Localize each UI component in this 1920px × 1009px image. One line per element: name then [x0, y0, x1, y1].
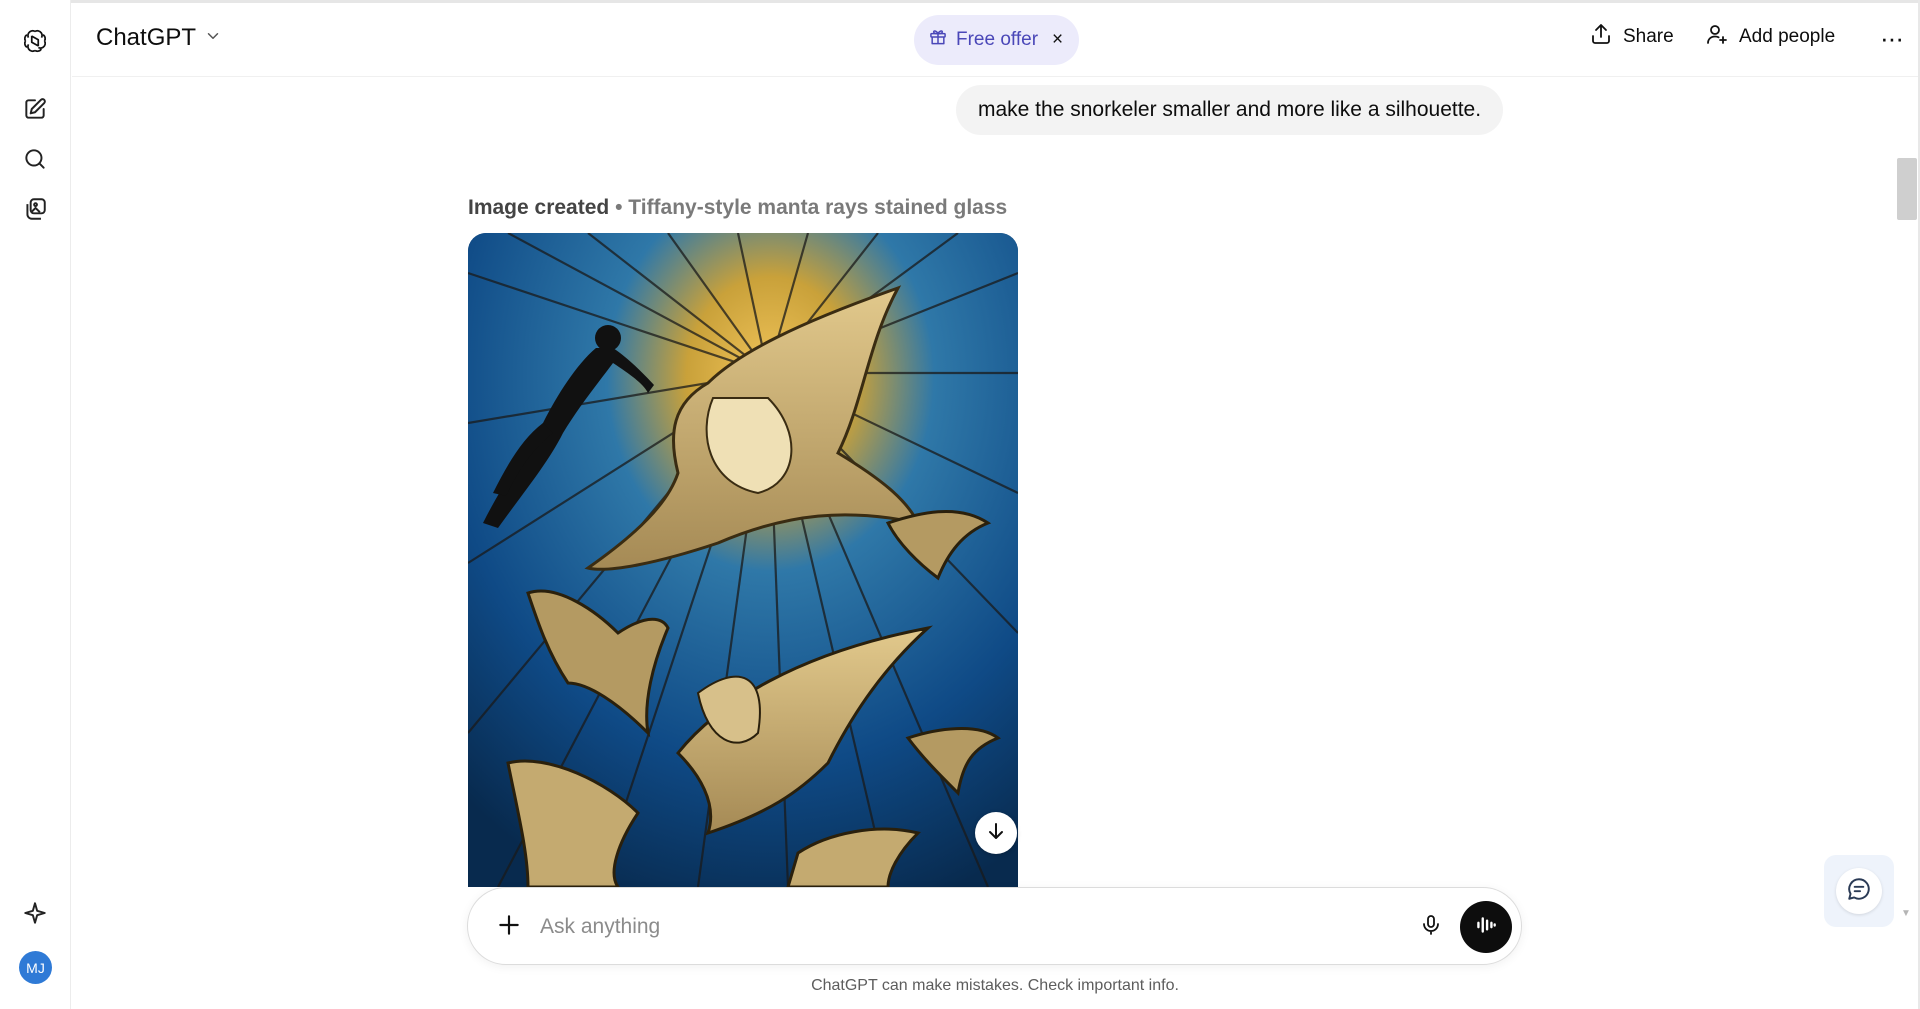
sidebar-rail: MJ	[0, 0, 71, 1009]
free-offer-pill[interactable]: Free offer ×	[914, 15, 1080, 65]
top-header: ChatGPT Free offer × Share Add people ··…	[72, 0, 1920, 77]
library-icon	[22, 196, 48, 227]
user-message-bubble: make the snorkeler smaller and more like…	[956, 85, 1504, 135]
search-button[interactable]	[14, 140, 56, 182]
chevron-down-icon	[204, 24, 222, 52]
voice-mode-button[interactable]	[1460, 901, 1512, 953]
feedback-button[interactable]	[1824, 855, 1894, 927]
plus-icon	[496, 912, 522, 943]
image-caption: Image created • Tiffany-style manta rays…	[468, 196, 1007, 220]
microphone-icon	[1419, 913, 1443, 942]
manta-rays-stained-glass-image	[468, 233, 1018, 887]
prompt-input[interactable]	[540, 908, 1360, 946]
image-caption-description: • Tiffany-style manta rays stained glass	[615, 196, 1008, 219]
arrow-down-icon	[984, 819, 1008, 848]
feedback-button-inner	[1836, 868, 1882, 914]
share-icon	[1589, 22, 1613, 52]
gift-icon	[928, 27, 948, 53]
disclaimer-text: ChatGPT can make mistakes. Check importa…	[811, 977, 1179, 994]
close-icon[interactable]: ×	[1052, 29, 1063, 51]
download-image-button[interactable]	[975, 812, 1017, 854]
dictate-button[interactable]	[1414, 910, 1448, 944]
generated-image[interactable]	[468, 233, 1018, 887]
add-person-icon	[1705, 22, 1729, 52]
add-people-button[interactable]: Add people	[1705, 22, 1835, 52]
new-chat-icon	[22, 96, 48, 127]
sparkle-icon	[22, 900, 48, 931]
scrollbar-track[interactable]	[1896, 150, 1918, 920]
openai-logo-icon[interactable]	[14, 20, 56, 62]
scrollbar-thumb[interactable]	[1897, 158, 1917, 220]
library-button[interactable]	[14, 190, 56, 232]
image-caption-title: Image created	[468, 196, 610, 219]
share-button[interactable]: Share	[1589, 22, 1674, 52]
voice-waveform-icon	[1473, 912, 1499, 943]
share-label: Share	[1623, 26, 1674, 47]
model-name: ChatGPT	[96, 24, 197, 51]
add-people-label: Add people	[1739, 26, 1836, 47]
more-options-button[interactable]: ···	[1880, 23, 1904, 53]
new-chat-button[interactable]	[14, 90, 56, 132]
attach-button[interactable]	[492, 910, 526, 944]
chat-composer	[467, 887, 1522, 965]
model-switcher[interactable]: ChatGPT	[96, 24, 222, 52]
sparkle-button[interactable]	[14, 894, 56, 936]
chat-bubble-icon	[1846, 876, 1872, 907]
search-icon	[22, 146, 48, 177]
user-message-text: make the snorkeler smaller and more like…	[978, 98, 1482, 121]
scroll-down-arrow-icon[interactable]: ▼	[1901, 908, 1911, 919]
free-offer-label: Free offer	[956, 29, 1039, 50]
more-dots-icon: ···	[1880, 23, 1904, 53]
